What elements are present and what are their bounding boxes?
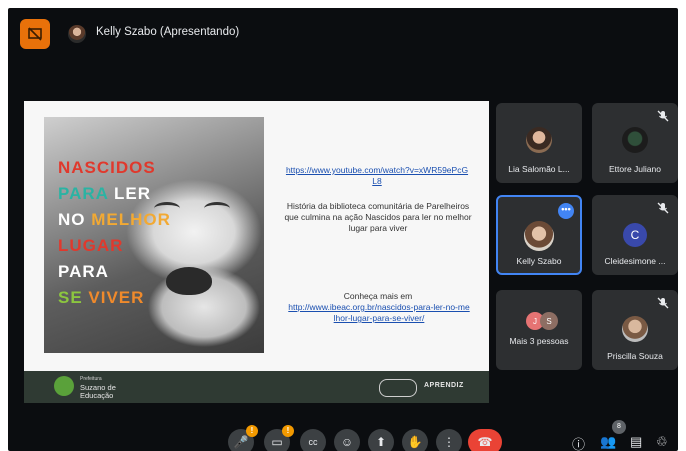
avatar <box>622 316 648 342</box>
partner-logo-icon <box>379 379 417 397</box>
slogan-word: LUGAR <box>58 236 124 255</box>
top-bar: Kelly Szabo (Apresentando) <box>8 8 678 60</box>
footer-org-line2: Educação <box>80 391 114 400</box>
phone-hangup-icon: ☎ <box>477 435 493 449</box>
youtube-link[interactable]: https://www.youtube.com/watch?v=xWR59ePc… <box>284 165 470 187</box>
photo-mouth <box>166 267 212 295</box>
slogan-line: LUGAR <box>58 233 171 259</box>
participant-tile-lia[interactable]: Lia Salomão L... <box>496 103 582 183</box>
chat-icon[interactable]: ▤ <box>630 434 642 450</box>
presenter-name: Kelly Szabo (Apresentando) <box>96 26 240 38</box>
present-icon: ⬆ <box>375 435 387 449</box>
participant-name: Lia Salomão L... <box>508 164 570 174</box>
slogan-word: PARA <box>58 262 109 281</box>
participant-name: Cleidesimone ... <box>604 256 666 266</box>
raise-hand-button[interactable]: ✋ <box>402 429 428 451</box>
mic-button[interactable]: 🎤 ! <box>228 425 258 451</box>
participant-name: Ettore Juliano <box>609 164 661 174</box>
avatar: S <box>540 312 558 330</box>
suzano-logo-icon <box>54 376 74 396</box>
avatar <box>526 127 552 153</box>
more-options-button[interactable]: ⋮ <box>436 429 462 451</box>
emoji-button[interactable]: ☺ <box>334 429 360 451</box>
mic-off-icon <box>657 202 669 214</box>
slide-description: História da biblioteca comunitária de Pa… <box>284 201 472 233</box>
ibeac-link[interactable]: http://www.ibeac.org.br/nascidos-para-le… <box>288 302 470 324</box>
leave-call-button[interactable]: ☎ <box>468 429 502 451</box>
slogan-line: PARA <box>58 259 171 285</box>
meeting-window: Kelly Szabo (Apresentando) NASCIDOS PARA… <box>8 8 678 451</box>
slogan-word: NO <box>58 210 92 229</box>
participant-tile-priscilla[interactable]: Priscilla Souza <box>592 290 678 370</box>
slogan-line: NASCIDOS <box>58 155 171 181</box>
more-vert-icon: ⋮ <box>443 435 455 449</box>
people-icon[interactable]: 👥 <box>600 434 616 450</box>
presentation-slide: NASCIDOS PARA LER NO MELHOR LUGAR PARA S… <box>24 101 489 403</box>
present-button[interactable]: ⬆ <box>368 429 394 451</box>
footer-org: Prefeitura Suzano de Educação <box>80 375 116 401</box>
captions-button[interactable]: cc <box>300 429 326 451</box>
info-icon[interactable]: ⓘ <box>572 434 585 451</box>
slogan: NASCIDOS PARA LER NO MELHOR LUGAR PARA S… <box>58 155 171 311</box>
stop-presenting-button[interactable] <box>20 19 50 49</box>
activities-icon[interactable]: ♲ <box>656 434 668 450</box>
slogan-line: NO MELHOR <box>58 207 171 233</box>
mic-icon: 🎤 <box>233 435 249 449</box>
captions-icon: cc <box>308 437 318 447</box>
mic-off-icon <box>657 297 669 309</box>
more-options-icon[interactable]: ••• <box>558 203 574 219</box>
slogan-word: NASCIDOS <box>58 158 156 177</box>
participant-name: Mais 3 pessoas <box>509 336 569 346</box>
participant-name: Priscilla Souza <box>607 351 663 361</box>
slogan-word: SE <box>58 288 89 307</box>
more-label: Conheça mais em <box>343 291 413 301</box>
slogan-line: SE VIVER <box>58 285 171 311</box>
slogan-word: VIVER <box>88 288 145 307</box>
slide-footer: Prefeitura Suzano de Educação APRENDIZ <box>24 371 489 403</box>
avatar: C <box>623 223 647 247</box>
slogan-word: MELHOR <box>91 210 171 229</box>
camera-icon: ▭ <box>271 435 283 449</box>
footer-brand: APRENDIZ <box>424 382 464 389</box>
participant-tile-more[interactable]: J S Mais 3 pessoas <box>496 290 582 370</box>
presenter-avatar <box>68 25 86 43</box>
participant-tile-cleidesimone[interactable]: C Cleidesimone ... <box>592 195 678 275</box>
photo-eye-right <box>204 202 230 215</box>
participant-tile-ettore[interactable]: Ettore Juliano <box>592 103 678 183</box>
avatar <box>524 221 554 251</box>
slogan-line: PARA LER <box>58 181 171 207</box>
hand-icon: ✋ <box>407 435 423 449</box>
emoji-icon: ☺ <box>340 435 354 449</box>
mic-off-icon <box>657 110 669 122</box>
participant-tile-kelly[interactable]: ••• Kelly Szabo <box>496 195 582 275</box>
present-off-icon <box>28 27 42 41</box>
avatar <box>622 127 648 153</box>
slogan-word: PARA <box>58 184 109 203</box>
people-count-badge: 8 <box>612 420 626 434</box>
camera-button[interactable]: ▭ ! <box>264 425 294 451</box>
mic-warning-badge: ! <box>246 425 258 437</box>
participant-name: Kelly Szabo <box>516 256 562 266</box>
camera-warning-badge: ! <box>282 425 294 437</box>
slogan-word: LER <box>108 184 152 203</box>
